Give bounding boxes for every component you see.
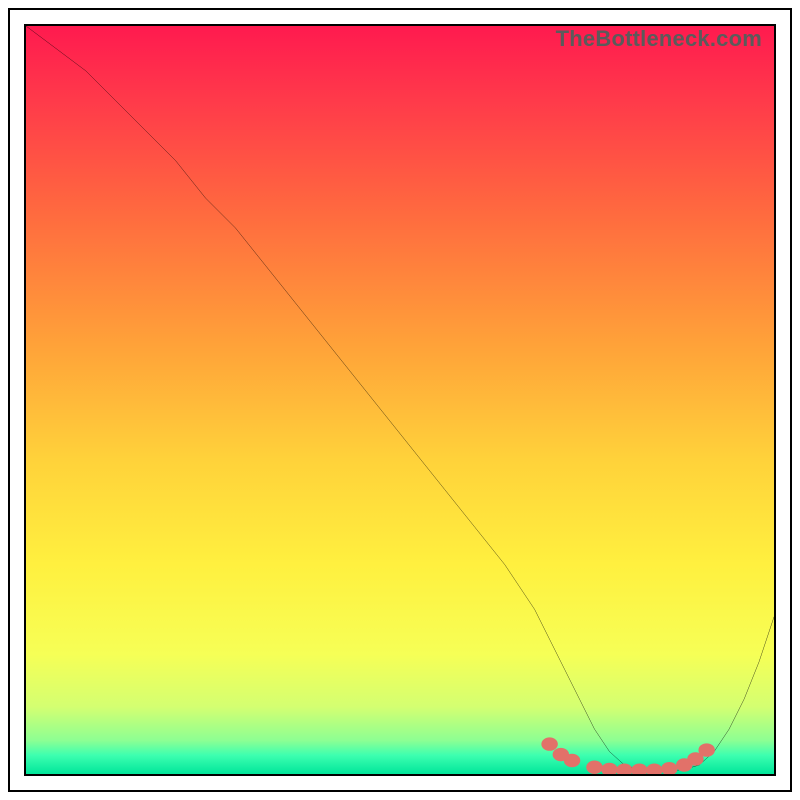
- marker-dot: [601, 763, 617, 774]
- marker-dot: [541, 737, 557, 750]
- marker-dot: [564, 754, 580, 767]
- bottleneck-curve: [26, 26, 774, 771]
- marker-dot: [698, 743, 714, 756]
- plot-area: TheBottleneck.com: [24, 24, 776, 776]
- marker-dot: [631, 764, 647, 774]
- curve-layer: [26, 26, 774, 774]
- marker-dot: [616, 764, 632, 774]
- selected-range-dots: [541, 737, 715, 774]
- marker-dot: [646, 764, 662, 774]
- watermark-text: TheBottleneck.com: [556, 26, 762, 52]
- marker-dot: [661, 762, 677, 774]
- marker-dot: [586, 761, 602, 774]
